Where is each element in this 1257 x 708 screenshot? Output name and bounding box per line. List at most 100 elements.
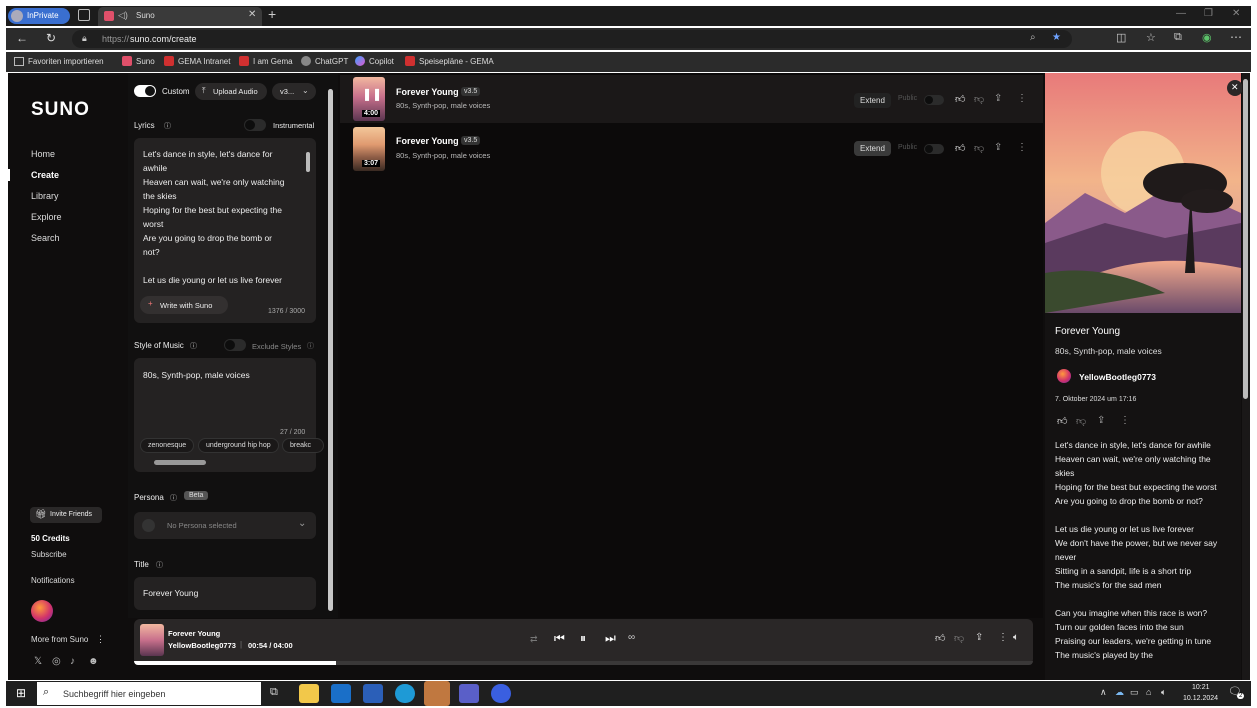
windows-start-icon[interactable]: ⊞ (16, 686, 26, 700)
new-tab-icon[interactable]: + (268, 6, 276, 22)
detail-user-avatar[interactable] (1057, 369, 1071, 383)
thumbs-down-icon[interactable]: 👎︎ (974, 93, 984, 105)
more-vertical-icon[interactable]: ⋮ (1017, 142, 1027, 153)
favorite-star-icon[interactable]: ★ (1052, 32, 1061, 43)
share-icon[interactable]: ⇪ (975, 632, 983, 643)
volume-icon[interactable]: 🔈︎ (1013, 632, 1019, 643)
edge-icon[interactable] (395, 684, 415, 703)
task-view-icon[interactable]: ⧉ (270, 686, 278, 699)
more-vertical-icon[interactable]: ⋮ (1017, 93, 1027, 104)
bookmark-suno[interactable]: Suno (136, 57, 155, 66)
subscribe-link[interactable]: Subscribe (31, 550, 67, 559)
help-icon[interactable]: ⓘ (170, 493, 177, 503)
bookmark-copilot[interactable]: Copilot (369, 57, 394, 66)
more-vertical-icon[interactable]: ⋮ (96, 634, 105, 645)
song-row[interactable]: ❚❚ 4:00 Forever Young v3.5 80s, Synth-po… (340, 75, 1043, 123)
style-tag[interactable]: underground hip hop (198, 438, 279, 453)
previous-icon[interactable]: ⏮︎ (554, 631, 565, 646)
public-toggle[interactable] (924, 144, 944, 154)
bookmark-i-am-gema[interactable]: I am Gema (253, 57, 293, 66)
song-row[interactable]: 3:07 Forever Young v3.5 80s, Synth-pop, … (340, 125, 1043, 173)
x-twitter-icon[interactable]: 𝕏 (34, 656, 42, 667)
player-artist[interactable]: YellowBootleg0773 (168, 641, 236, 650)
notifications-link[interactable]: Notifications (31, 576, 75, 585)
share-icon[interactable]: ⇪ (994, 142, 1002, 153)
upload-audio-button[interactable]: ⤒ Upload Audio (195, 83, 267, 100)
version-select[interactable]: v3... ⌄ (272, 83, 316, 100)
song-style[interactable]: 80s, Synth-pop, male voices (396, 151, 490, 160)
style-tag[interactable]: breakc (282, 438, 324, 453)
invite-friends-button[interactable]: 🎁︎ Invite Friends (30, 507, 102, 523)
clock-time[interactable]: 10:21 (1192, 684, 1210, 691)
word-icon[interactable] (363, 684, 383, 703)
custom-toggle[interactable] (134, 85, 156, 97)
restore-icon[interactable]: ❐ (1204, 8, 1213, 19)
song-title[interactable]: Forever Young (396, 136, 459, 146)
more-from-suno[interactable]: More from Suno (31, 635, 88, 644)
scrollbar-thumb[interactable] (1243, 79, 1248, 399)
url-field[interactable]: 🔒︎ https:// suno.com/create ⌕ ★ (72, 30, 1072, 48)
more-vertical-icon[interactable]: ⋮ (1120, 415, 1130, 426)
detail-style[interactable]: 80s, Synth-pop, male voices (1055, 346, 1162, 356)
thumbs-up-icon[interactable]: 👍︎ (935, 632, 945, 644)
refresh-icon[interactable]: ↻ (46, 31, 56, 45)
outlook-icon[interactable] (331, 684, 351, 703)
nav-explore[interactable]: Explore (31, 212, 62, 222)
nav-home[interactable]: Home (31, 149, 55, 159)
share-icon[interactable]: ⇪ (994, 93, 1002, 104)
clock-date[interactable]: 10.12.2024 (1183, 695, 1218, 702)
extend-button[interactable]: Extend (854, 93, 891, 108)
discord-icon[interactable]: ☻ (88, 656, 99, 667)
thumbs-up-icon[interactable]: 👍︎ (955, 93, 965, 105)
bookmark-gema-intranet[interactable]: GEMA Intranet (178, 57, 230, 66)
share-icon[interactable]: ⇪ (1097, 415, 1105, 426)
help-icon[interactable]: ⓘ (190, 341, 197, 351)
nav-library[interactable]: Library (31, 191, 59, 201)
bookmark-speiseplaene[interactable]: Speisepläne - GEMA (419, 57, 494, 66)
teams-icon[interactable] (459, 684, 479, 703)
tab-suno[interactable]: ◁) Suno ✕ (98, 7, 262, 26)
help-icon[interactable]: ⓘ (164, 121, 171, 131)
thumbs-up-icon[interactable]: 👍︎ (1057, 415, 1067, 427)
create-panel-scrollbar[interactable] (328, 89, 333, 611)
pause-icon[interactable]: ❚❚ (362, 87, 382, 101)
thumbs-down-icon[interactable]: 👎︎ (1076, 415, 1086, 427)
thumbs-up-icon[interactable]: 👍︎ (955, 142, 965, 154)
nav-create[interactable]: Create (31, 170, 59, 180)
player-cover[interactable] (140, 624, 164, 656)
instrumental-toggle[interactable] (244, 119, 266, 131)
thumbs-down-icon[interactable]: 👎︎ (954, 632, 964, 644)
shuffle-icon[interactable]: ⇄ (530, 634, 538, 645)
thumbs-down-icon[interactable]: 👎︎ (974, 142, 984, 154)
zoom-icon[interactable]: ⌕ (1030, 32, 1036, 43)
lyrics-textarea[interactable]: Let's dance in style, let's dance for awh… (134, 138, 316, 323)
user-avatar[interactable] (31, 600, 53, 622)
extension-icon[interactable]: ◉ (1202, 31, 1212, 44)
taskbar-search[interactable]: ⌕ Suchbegriff hier eingeben (37, 682, 261, 705)
progress-track[interactable] (134, 661, 1033, 665)
song-cover[interactable]: 3:07 (353, 127, 385, 171)
public-toggle[interactable] (924, 95, 944, 105)
split-screen-icon[interactable]: ◫ (1116, 31, 1126, 44)
close-panel-button[interactable]: ✕ (1227, 80, 1243, 96)
suno-logo[interactable]: SUNO (31, 99, 90, 121)
help-icon[interactable]: ⓘ (156, 560, 163, 570)
tiktok-icon[interactable]: ♪ (70, 656, 75, 667)
style-tag[interactable]: zenonesque (140, 438, 195, 453)
tab-actions-icon[interactable] (78, 9, 90, 21)
bookmark-import[interactable]: Favoriten importieren (28, 57, 104, 66)
help-icon[interactable]: ⓘ (307, 341, 314, 351)
next-icon[interactable]: ⏭︎ (605, 631, 616, 646)
close-tab-icon[interactable]: ✕ (248, 9, 256, 20)
inprivate-badge[interactable]: InPrivate (8, 8, 70, 24)
song-title[interactable]: Forever Young (396, 87, 459, 97)
song-style[interactable]: 80s, Synth-pop, male voices (396, 101, 490, 110)
network-icon[interactable]: ⌂ (1146, 687, 1151, 697)
title-input[interactable]: Forever Young (134, 577, 316, 610)
collections-icon[interactable]: ⧉ (1174, 31, 1182, 44)
app-icon[interactable] (491, 684, 511, 703)
more-vertical-icon[interactable]: ⋮ (998, 632, 1008, 643)
persona-select[interactable]: No Persona selected ⌄ (134, 512, 316, 539)
song-cover[interactable]: ❚❚ 4:00 (353, 77, 385, 121)
back-icon[interactable]: ← (16, 31, 28, 45)
